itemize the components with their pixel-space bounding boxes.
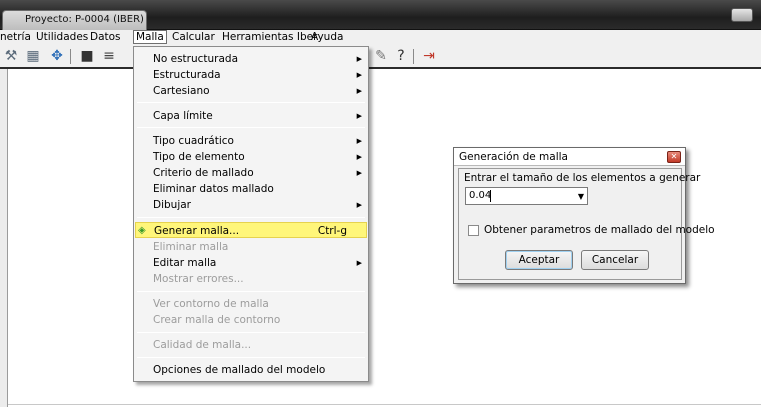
submenu-arrow-icon: ▶	[356, 153, 362, 161]
menu-item-criterio-de-mallado[interactable]: Criterio de mallado ▶	[134, 165, 368, 181]
move-icon[interactable]: ✥	[48, 48, 66, 65]
menu-item-eliminar-malla: Eliminar malla	[134, 239, 368, 255]
toolbar: ⚒ ▦ ✥ ■ ≡ ✎ ? ⇥	[0, 44, 761, 69]
text-caret	[490, 190, 491, 202]
menu-item-estructurada[interactable]: Estructurada ▶	[134, 67, 368, 83]
close-icon[interactable]: ✕	[667, 151, 681, 163]
menu-item-tipo-cuadratico[interactable]: Tipo cuadrático ▶	[134, 133, 368, 149]
menu-item-dibujar[interactable]: Dibujar ▶	[134, 197, 368, 213]
menu-separator	[137, 102, 365, 103]
chevron-down-icon[interactable]: ▼	[578, 192, 584, 201]
dialog-title: Generación de malla	[454, 148, 685, 166]
menu-item-label: Capa límite	[153, 110, 213, 122]
menu-item-label: Tipo cuadrático	[153, 135, 234, 147]
menu-item-label: Editar malla	[153, 257, 217, 269]
left-panel-edge	[0, 69, 8, 407]
submenu-arrow-icon: ▶	[356, 169, 362, 177]
print-icon[interactable]: ≡	[100, 48, 118, 65]
menu-geometria[interactable]: netría	[0, 31, 31, 43]
model-params-label[interactable]: Obtener parametros de mallado del modelo	[484, 224, 715, 236]
submenu-arrow-icon: ▶	[356, 112, 362, 120]
menu-calcular[interactable]: Calcular	[172, 31, 215, 43]
menu-malla[interactable]: Malla	[133, 30, 167, 44]
camera-icon[interactable]: ■	[78, 48, 96, 65]
menu-item-label: Eliminar datos mallado	[153, 183, 274, 195]
menu-item-ver-contorno-de-malla: Ver contorno de malla	[134, 296, 368, 312]
cancel-button[interactable]: Cancelar	[581, 250, 649, 270]
menu-item-generar-malla[interactable]: ◈ Generar malla... Ctrl-g	[135, 222, 367, 238]
toolbar-separator	[70, 49, 71, 64]
menu-bar: netría Utilidades Datos Malla Calcular H…	[0, 30, 761, 44]
menu-separator	[137, 291, 365, 292]
help-icon[interactable]: ?	[392, 48, 410, 65]
menu-item-label: Criterio de mallado	[153, 167, 254, 179]
model-params-checkbox[interactable]	[468, 225, 479, 236]
menu-item-mostrar-errores: Mostrar errores...	[134, 271, 368, 287]
submenu-arrow-icon: ▶	[356, 71, 362, 79]
menu-item-calidad-de-malla: Calidad de malla...	[134, 337, 368, 353]
menu-separator	[137, 127, 365, 128]
exit-icon[interactable]: ⇥	[420, 48, 438, 65]
element-size-value: 0.04	[469, 190, 492, 201]
menu-item-label: Opciones de mallado del modelo	[153, 364, 326, 376]
menu-item-label: Cartesiano	[153, 85, 210, 97]
menu-separator	[137, 357, 365, 358]
menu-item-cartesiano[interactable]: Cartesiano ▶	[134, 83, 368, 99]
menu-item-capa-limite[interactable]: Capa límite ▶	[134, 108, 368, 124]
wrench-icon[interactable]: ⚒	[2, 48, 20, 65]
status-divider	[8, 404, 761, 405]
element-size-combobox[interactable]: 0.04 ▼	[465, 187, 588, 205]
menu-item-label: No estructurada	[153, 53, 239, 65]
menu-item-opciones-de-mallado[interactable]: Opciones de mallado del modelo	[134, 362, 368, 378]
accept-button[interactable]: Aceptar	[505, 250, 573, 270]
submenu-arrow-icon: ▶	[356, 259, 362, 267]
window-control-button[interactable]	[731, 8, 753, 22]
menu-item-label: Ver contorno de malla	[153, 298, 269, 310]
menu-item-eliminar-datos-mallado[interactable]: Eliminar datos mallado	[134, 181, 368, 197]
dialog-body: Entrar el tamaño de los elementos a gene…	[458, 168, 715, 280]
menu-separator	[137, 217, 365, 218]
submenu-arrow-icon: ▶	[356, 55, 362, 63]
malla-dropdown-menu: No estructurada ▶ Estructurada ▶ Cartesian…	[133, 46, 369, 382]
menu-item-label: Generar malla...	[154, 225, 240, 237]
menu-item-label: Estructurada	[153, 69, 221, 81]
submenu-arrow-icon: ▶	[356, 87, 362, 95]
mesh-generate-icon: ◈	[138, 225, 146, 236]
menu-item-label: Calidad de malla...	[153, 339, 252, 351]
menu-item-label: Crear malla de contorno	[153, 314, 281, 326]
menu-datos[interactable]: Datos	[90, 31, 121, 43]
menu-utilidades[interactable]: Utilidades	[36, 31, 88, 43]
menu-item-crear-malla-de-contorno: Crear malla de contorno	[134, 312, 368, 328]
toolbar-separator	[413, 49, 414, 64]
element-size-prompt: Entrar el tamaño de los elementos a gene…	[464, 172, 701, 184]
draw-icon[interactable]: ✎	[372, 48, 390, 65]
menu-item-label: Mostrar errores...	[153, 273, 244, 285]
menu-item-no-estructurada[interactable]: No estructurada ▶	[134, 51, 368, 67]
menu-item-label: Dibujar	[153, 199, 191, 211]
submenu-arrow-icon: ▶	[356, 137, 362, 145]
menu-item-label: Eliminar malla	[153, 241, 229, 253]
submenu-arrow-icon: ▶	[356, 201, 362, 209]
menu-ayuda[interactable]: Ayuda	[311, 31, 343, 43]
window-title: Proyecto: P-0004 (IBER)	[2, 10, 147, 30]
menu-item-label: Tipo de elemento	[153, 151, 245, 163]
menu-separator	[137, 332, 365, 333]
menu-item-editar-malla[interactable]: Editar malla ▶	[134, 255, 368, 271]
mesh-generation-dialog: Generación de malla ✕ Entrar el tamaño d…	[453, 147, 715, 284]
mesh-icon[interactable]: ▦	[24, 48, 42, 65]
menu-herramientas-iber[interactable]: Herramientas Iber	[222, 31, 317, 43]
title-bar: Proyecto: P-0004 (IBER)	[0, 0, 761, 30]
menu-item-shortcut: Ctrl-g	[317, 225, 347, 237]
menu-item-tipo-de-elemento[interactable]: Tipo de elemento ▶	[134, 149, 368, 165]
